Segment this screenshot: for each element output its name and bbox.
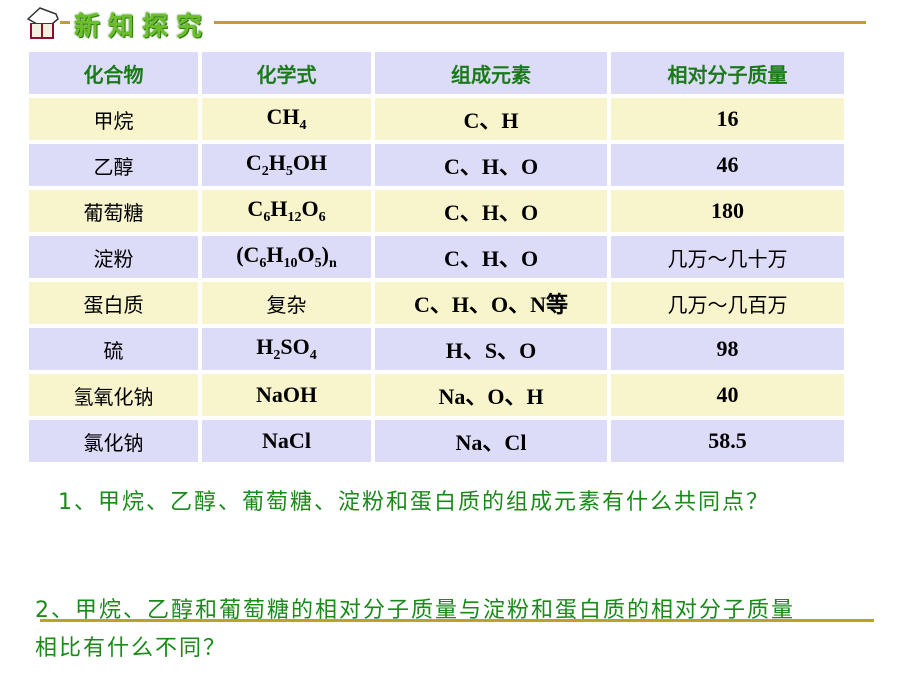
- formula-cell: C6H12O6: [202, 190, 371, 232]
- formula-cell: H2SO4: [202, 328, 371, 370]
- elements-cell: C、H、O: [375, 144, 607, 186]
- formula-cell: C2H5OH: [202, 144, 371, 186]
- formula-cell: 复杂: [202, 282, 371, 324]
- page-title: 新知探究: [70, 6, 215, 43]
- column-header: 相对分子质量: [611, 52, 844, 94]
- question-2: 2、甲烷、乙醇和葡萄糖的相对分子质量与淀粉和蛋白质的相对分子质量相比有什么不同？: [35, 598, 795, 661]
- formula-cell: NaOH: [202, 374, 371, 416]
- table-row: 氯化钠 NaCl Na、Cl 58.5: [29, 420, 844, 462]
- elements-cell: H、S、O: [375, 328, 607, 370]
- compound-cell: 蛋白质: [29, 282, 198, 324]
- table-row: 乙醇 C2H5OH C、H、O 46: [29, 144, 844, 186]
- formula-cell: CH4: [202, 98, 371, 140]
- elements-cell: C、H、O、N等: [375, 282, 607, 324]
- compound-cell: 氯化钠: [29, 420, 198, 462]
- compound-cell: 乙醇: [29, 144, 198, 186]
- compound-cell: 淀粉: [29, 236, 198, 278]
- mass-cell: 几万～几百万: [611, 282, 844, 324]
- mass-cell: 几万～几十万: [611, 236, 844, 278]
- column-header: 化学式: [202, 52, 371, 94]
- column-header: 化合物: [29, 52, 198, 94]
- mass-cell: 98: [611, 328, 844, 370]
- table-row: 硫 H2SO4 H、S、O 98: [29, 328, 844, 370]
- formula-cell: NaCl: [202, 420, 371, 462]
- formula-cell: (C6H10O5)n: [202, 236, 371, 278]
- elements-cell: C、H: [375, 98, 607, 140]
- column-header: 组成元素: [375, 52, 607, 94]
- mass-cell: 16: [611, 98, 844, 140]
- table-row: 甲烷 CH4 C、H 16: [29, 98, 844, 140]
- mass-cell: 58.5: [611, 420, 844, 462]
- compound-table: 化合物 化学式 组成元素 相对分子质量 甲烷 CH4 C、H 16 乙醇 C2H5OH C、…: [25, 48, 848, 466]
- table-row: 氢氧化钠 NaOH Na、O、H 40: [29, 374, 844, 416]
- book-icon: [20, 5, 64, 43]
- elements-cell: Na、O、H: [375, 374, 607, 416]
- elements-cell: C、H、O: [375, 190, 607, 232]
- table-row: 蛋白质 复杂 C、H、O、N等 几万～几百万: [29, 282, 844, 324]
- mass-cell: 40: [611, 374, 844, 416]
- compound-cell: 甲烷: [29, 98, 198, 140]
- table-header-row: 化合物 化学式 组成元素 相对分子质量: [29, 52, 844, 94]
- table-row: 淀粉 (C6H10O5)n C、H、O 几万～几十万: [29, 236, 844, 278]
- mass-cell: 180: [611, 190, 844, 232]
- question-1: 1、甲烷、乙醇、葡萄糖、淀粉和蛋白质的组成元素有什么共同点？: [58, 490, 770, 515]
- table-row: 葡萄糖 C6H12O6 C、H、O 180: [29, 190, 844, 232]
- compound-cell: 氢氧化钠: [29, 374, 198, 416]
- elements-cell: C、H、O: [375, 236, 607, 278]
- elements-cell: Na、Cl: [375, 420, 607, 462]
- compound-cell: 硫: [29, 328, 198, 370]
- compound-cell: 葡萄糖: [29, 190, 198, 232]
- mass-cell: 46: [611, 144, 844, 186]
